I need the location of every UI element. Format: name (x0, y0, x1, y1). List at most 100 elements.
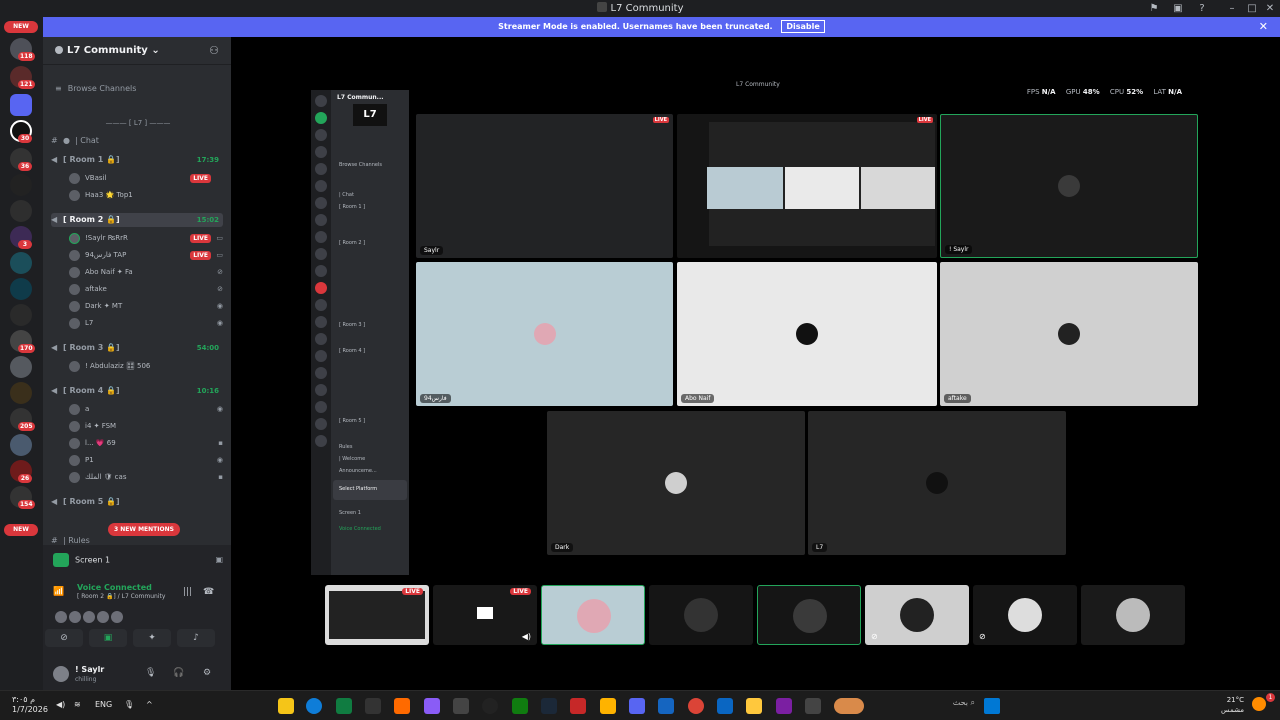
video-tile[interactable]: ! Saylr (940, 114, 1198, 258)
app-icon[interactable] (336, 698, 352, 714)
new-mentions-pill[interactable]: 3 NEW MENTIONS (108, 523, 180, 536)
activities-button[interactable]: ✦ (133, 629, 171, 647)
thumbnail-participant[interactable] (649, 585, 753, 645)
folder-icon[interactable] (10, 94, 32, 116)
disable-streamer-mode-button[interactable]: Disable (781, 20, 825, 33)
chevron-up-icon[interactable]: ^ (146, 700, 153, 709)
voice-user[interactable]: Abo Naif ✦ Fa ⊘ (69, 264, 225, 280)
wifi-icon[interactable]: ≋ (74, 700, 81, 709)
voice-channel-room-4[interactable]: ◀[ Room 4 🔒] 10:16 (51, 384, 223, 398)
camera-off-button[interactable]: ⊘ (45, 629, 83, 647)
voice-user[interactable]: Dark ✦ MT ◉ (69, 298, 225, 314)
thumbnail-participant[interactable]: ⊘ (973, 585, 1077, 645)
github-icon[interactable] (482, 698, 498, 714)
channel-rules[interactable]: # | Rules (51, 536, 223, 545)
windows-start-icon[interactable] (984, 698, 1000, 714)
app-icon[interactable] (278, 698, 294, 714)
server-icon[interactable] (10, 304, 32, 326)
voice-user[interactable]: VBasil LIVE (69, 170, 225, 186)
app-icon[interactable] (394, 698, 410, 714)
invite-people-icon[interactable]: ⚇ (209, 44, 219, 57)
video-tile[interactable]: L7 (808, 411, 1066, 555)
server-icon[interactable] (10, 434, 32, 456)
voice-channel-room-5[interactable]: ◀[ Room 5 🔒] (51, 495, 223, 509)
game-icon: ◉ (216, 456, 223, 464)
settings-gear-icon[interactable]: ⚙ (203, 668, 211, 678)
server-header[interactable]: L7 Community ⌄ ⚇ (43, 37, 231, 65)
noise-suppression-icon[interactable]: ||| (183, 587, 192, 597)
voice-channel-room-2[interactable]: ◀[ Room 2 🔒] 15:02 (51, 213, 223, 227)
discord-icon[interactable] (629, 698, 645, 714)
voice-connected-status[interactable]: Voice Connected (77, 583, 152, 592)
volume-icon[interactable]: ◀) (56, 700, 65, 709)
thumbnail-participant[interactable] (541, 585, 645, 645)
voice-channel-room-3[interactable]: ◀[ Room 3 🔒] 54:00 (51, 341, 223, 355)
voice-user[interactable]: i4 ✦ FSM (69, 418, 225, 434)
app-icon[interactable] (570, 698, 586, 714)
server-icon[interactable] (10, 382, 32, 404)
server-icon[interactable] (10, 174, 32, 196)
popout-icon[interactable]: ▣ (215, 553, 223, 567)
voice-user[interactable]: aftake ⊘ (69, 281, 225, 297)
voice-user[interactable]: P1 ◉ (69, 452, 225, 468)
thumbnail-participant[interactable]: ⊘ (865, 585, 969, 645)
server-icon[interactable] (10, 252, 32, 274)
browse-channels[interactable]: ≡ Browse Channels (55, 84, 136, 93)
server-icon[interactable] (10, 200, 32, 222)
video-tile[interactable]: LIVE Saylr (416, 114, 673, 258)
thumbnail-participant[interactable] (1081, 585, 1185, 645)
edge-icon[interactable] (306, 698, 322, 714)
app-icon[interactable] (453, 698, 469, 714)
screen-share-status[interactable]: Screen 1 ▣ (53, 553, 223, 567)
language-indicator[interactable]: ENG (95, 700, 112, 709)
headphones-icon[interactable]: 🎧 (173, 668, 184, 678)
voice-user[interactable]: 94فارس TAP LIVE ▭ (69, 247, 225, 263)
inbox-icon[interactable]: ⚑ (1142, 0, 1166, 17)
microphone-icon[interactable]: 🎙 (145, 668, 156, 678)
app-icon[interactable] (658, 698, 674, 714)
app-icon[interactable] (805, 698, 821, 714)
stream-tile-screen[interactable]: LIVE (677, 114, 937, 258)
voice-user[interactable]: l... 💗 69 ▪ (69, 435, 225, 451)
thumbnail-screen-share[interactable]: LIVE (325, 585, 429, 645)
voice-user[interactable]: !Saylr ₨RrR LIVE ▭ (69, 230, 225, 246)
app-icon[interactable] (834, 698, 864, 714)
app-icon[interactable] (365, 698, 381, 714)
soundboard-button[interactable]: ♪ (177, 629, 215, 647)
close-banner-icon[interactable]: ✕ (1259, 17, 1268, 37)
thumbnail-stream[interactable]: LIVE ◀) (433, 585, 537, 645)
channel-chat[interactable]: # ● | Chat (51, 134, 223, 148)
outlook-icon[interactable] (717, 698, 733, 714)
system-clock[interactable]: م ٣:٠٥ 1/7/2026 (12, 695, 48, 715)
avatar[interactable] (53, 666, 69, 682)
video-tile[interactable]: Dark (547, 411, 805, 555)
taskbar-search[interactable]: بحث ⌕ (920, 698, 975, 714)
screen-share-icon[interactable]: ▣ (1166, 0, 1190, 17)
video-tile[interactable]: فارس94 (416, 262, 673, 406)
voice-user[interactable]: L7 ◉ (69, 315, 225, 331)
app-icon[interactable] (600, 698, 616, 714)
file-explorer-icon[interactable] (746, 698, 762, 714)
voice-user[interactable]: Haa3 🌟 Top1 (69, 187, 225, 203)
video-tile[interactable]: aftake (940, 262, 1198, 406)
voice-user[interactable]: ! Abdulaziz 🎛 506 (69, 358, 225, 374)
thumbnail-participant[interactable] (757, 585, 861, 645)
steam-icon[interactable] (541, 698, 557, 714)
app-icon[interactable] (776, 698, 792, 714)
volume-icon[interactable]: ◀) (522, 632, 531, 641)
voice-user[interactable]: الملك 🛡 cas ▪ (69, 469, 225, 485)
disconnect-icon[interactable]: ☎ (203, 587, 214, 597)
video-tile[interactable]: Abo Naif (677, 262, 937, 406)
voice-user[interactable]: a ◉ (69, 401, 225, 417)
help-icon[interactable]: ? (1190, 0, 1214, 17)
chrome-icon[interactable] (688, 698, 704, 714)
app-icon[interactable] (424, 698, 440, 714)
xbox-icon[interactable] (512, 698, 528, 714)
server-icon[interactable] (10, 356, 32, 378)
close-window-button[interactable]: ✕ (1258, 0, 1280, 17)
microphone-icon[interactable]: 🎙 (124, 700, 134, 709)
voice-channel-room-1[interactable]: ◀[ Room 1 🔒] 17:39 (51, 153, 223, 167)
server-icon[interactable] (10, 278, 32, 300)
weather-widget[interactable]: 21°C مشمس (1221, 695, 1244, 715)
screen-share-button[interactable]: ▣ (89, 629, 127, 647)
